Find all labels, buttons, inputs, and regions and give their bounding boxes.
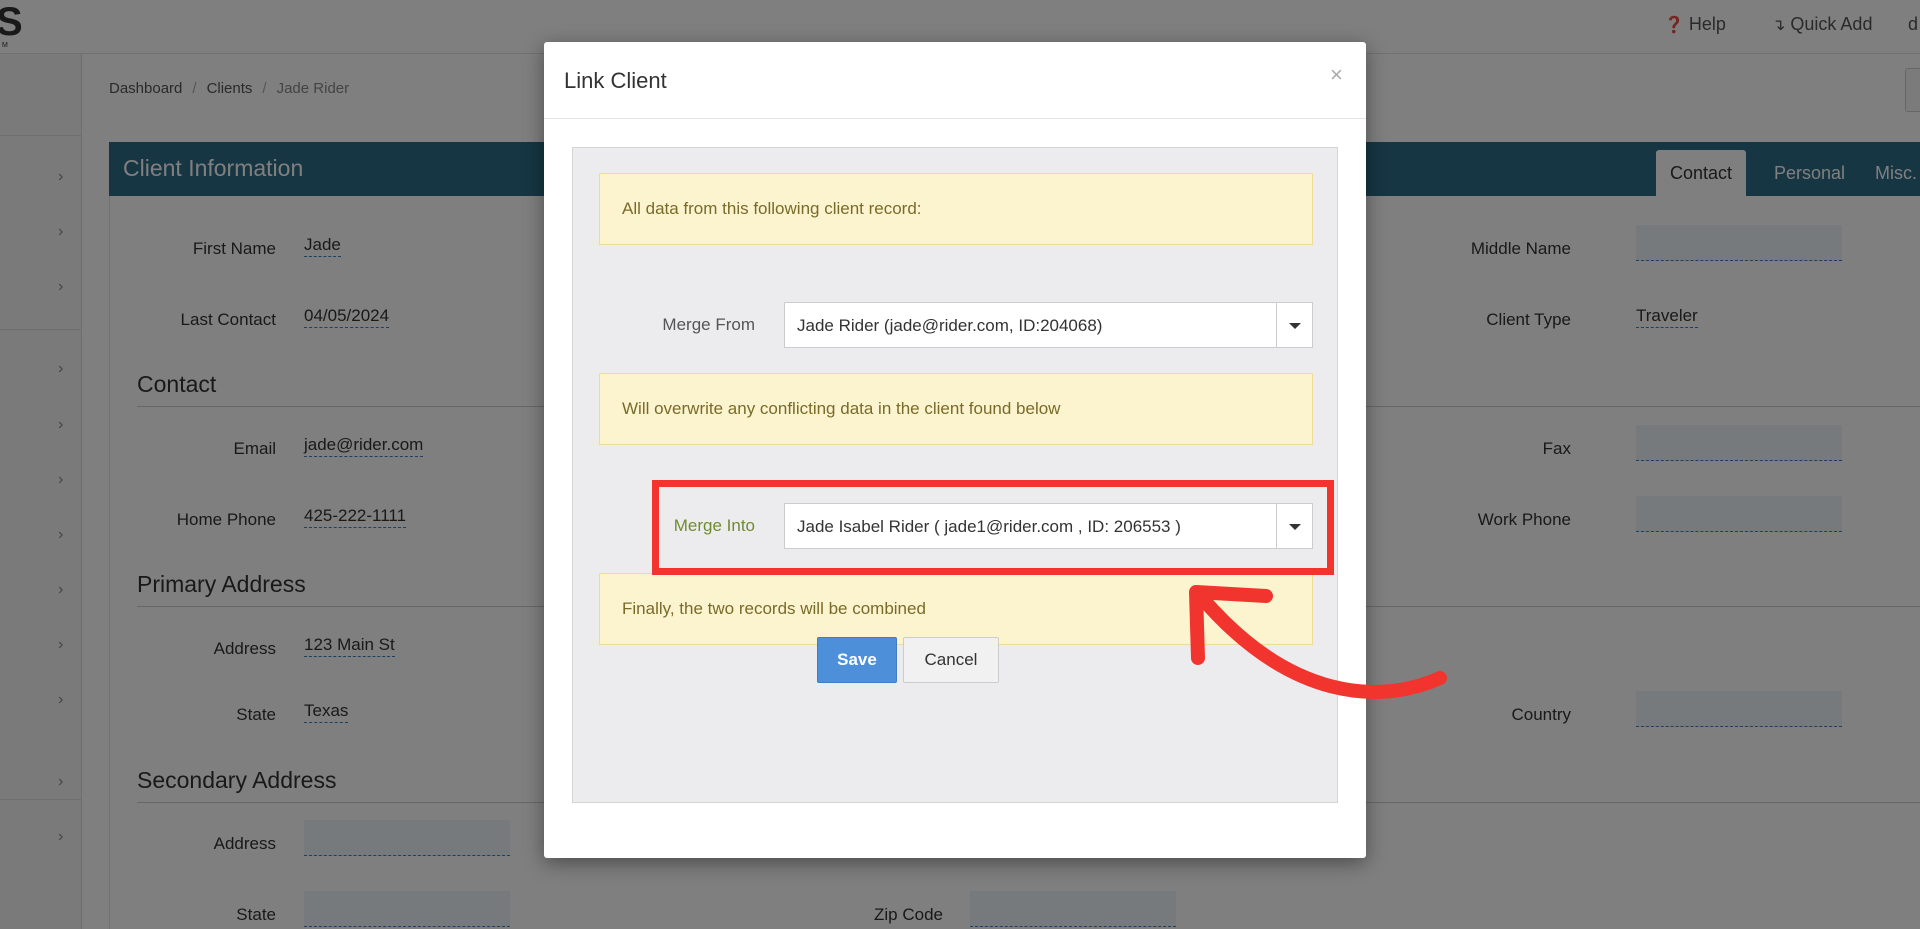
merge-from-value: Jade Rider (jade@rider.com, ID:204068) [797,316,1103,335]
modal-header: Link Client × [544,42,1366,119]
link-client-modal: Link Client × All data from this followi… [544,42,1366,858]
save-button[interactable]: Save [817,637,897,683]
modal-title: Link Client [564,68,667,93]
annotation-arrow-icon [1189,585,1447,699]
merge-from-select[interactable]: Jade Rider (jade@rider.com, ID:204068) [784,302,1313,348]
merge-from-label: Merge From [662,315,755,334]
caret-down-icon [1289,323,1301,329]
close-icon[interactable]: × [1330,62,1343,88]
info-alert-overwrite: Will overwrite any conflicting data in t… [599,373,1313,445]
dropdown-toggle[interactable] [1276,303,1312,347]
info-alert-source: All data from this following client reco… [599,173,1313,245]
cancel-button[interactable]: Cancel [903,637,999,683]
